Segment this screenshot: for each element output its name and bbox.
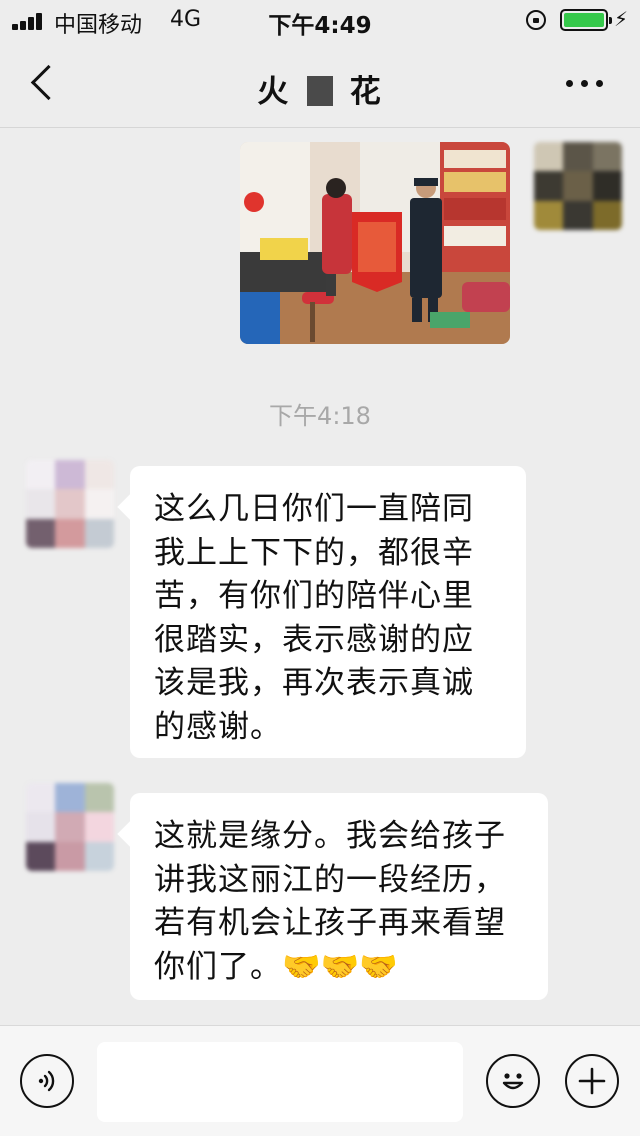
photo-scene (240, 142, 510, 344)
more-functions-button[interactable] (565, 1054, 619, 1108)
voice-button[interactable] (20, 1054, 74, 1108)
contact-avatar[interactable] (26, 783, 114, 871)
voice-icon (38, 1070, 55, 1092)
received-message-bubble[interactable]: 这就是缘分。我会给孩子讲我这丽江的一段经历，若有机会让孩子再来看望你们了。🤝🤝🤝 (130, 793, 548, 1000)
input-bar (0, 1025, 640, 1136)
chat-title-part-1: 火 (257, 74, 291, 110)
redaction-block (307, 76, 333, 106)
battery-icon (560, 9, 612, 31)
sent-photo-message[interactable] (240, 142, 510, 344)
nav-bar: 火 花 (0, 40, 640, 128)
handshake-emoji: 🤝🤝🤝 (282, 948, 398, 985)
message-text: 这么几日你们一直陪同我上上下下的，都很辛苦，有你们的陪伴心里很踏实，表示感谢的应… (154, 491, 474, 745)
contact-avatar[interactable] (26, 460, 114, 548)
chat-screen: 中国移动 4G 下午4:49 ⚡ 火 花 下午4:18 这么几日你们一直陪同我上… (0, 0, 640, 1136)
chat-title: 火 花 (0, 66, 640, 111)
my-avatar[interactable] (534, 142, 622, 230)
received-message-bubble[interactable]: 这么几日你们一直陪同我上上下下的，都很辛苦，有你们的陪伴心里很踏实，表示感谢的应… (130, 466, 526, 758)
smiley-icon (502, 1073, 524, 1090)
plus-icon (578, 1067, 606, 1095)
status-bar: 中国移动 4G 下午4:49 ⚡ (0, 0, 640, 40)
charging-icon: ⚡ (614, 7, 629, 31)
emoji-button[interactable] (486, 1054, 540, 1108)
message-timestamp: 下午4:18 (269, 402, 371, 430)
rotation-lock-icon (526, 10, 546, 30)
message-input[interactable] (97, 1042, 463, 1122)
more-button[interactable] (560, 66, 610, 100)
chat-title-part-2: 花 (349, 74, 383, 110)
